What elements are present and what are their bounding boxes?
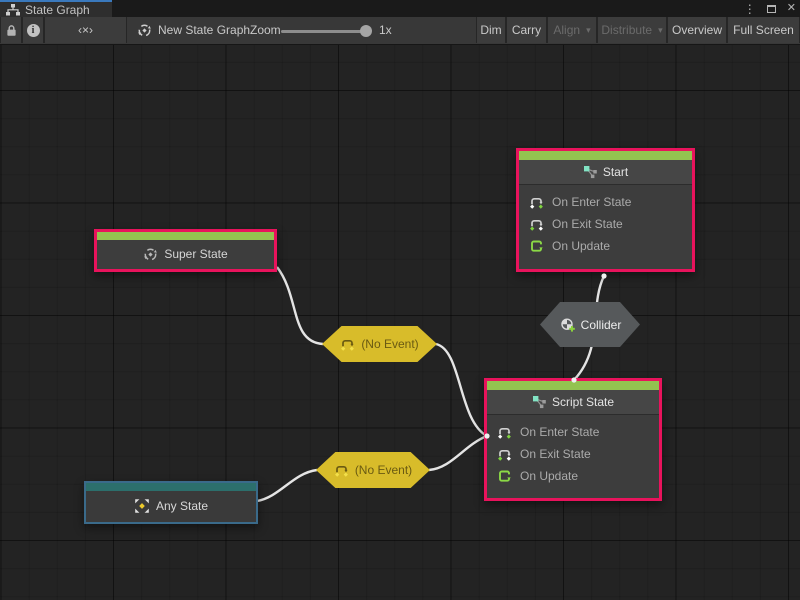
node-color-strip: [86, 483, 256, 491]
port-start-bottom: [601, 273, 606, 278]
toolbar: i ‹×› New State Graph Zoom 1x Dim Carry …: [0, 17, 800, 45]
code-icon: ‹×›: [78, 23, 93, 37]
node-transition-no-event-1[interactable]: (No Event): [322, 326, 437, 362]
state-graph-window: State Graph ⋮ ✕ i ‹×›: [0, 0, 800, 600]
any-state-icon: [134, 498, 150, 514]
event-row-on-enter-state[interactable]: On Enter State: [529, 191, 682, 213]
event-label: On Update: [552, 239, 610, 253]
node-start[interactable]: Start On Enter State: [516, 148, 695, 272]
collider-icon: [559, 317, 575, 333]
event-row-on-exit-state[interactable]: On Exit State: [497, 443, 649, 465]
info-icon: i: [27, 24, 40, 37]
node-color-strip: [97, 232, 274, 240]
event-row-on-enter-state[interactable]: On Enter State: [497, 421, 649, 443]
on-update-icon: [497, 469, 512, 484]
wire-anystate-to-transition2: [257, 470, 317, 501]
on-exit-state-icon: [497, 447, 512, 462]
overview-button[interactable]: Overview: [667, 17, 727, 43]
wire-transition1-to-scriptstate: [436, 344, 487, 436]
node-transition-no-event-2[interactable]: (No Event): [316, 452, 430, 488]
node-title: Script State: [552, 395, 614, 409]
node-title: Collider: [581, 318, 622, 332]
script-state-icon: [532, 395, 546, 409]
graph-hierarchy-icon: [6, 4, 20, 16]
state-machine-icon: [137, 23, 152, 38]
carry-button[interactable]: Carry: [506, 17, 547, 43]
lock-icon: [6, 24, 17, 37]
state-machine-icon: [143, 247, 158, 262]
align-label: Align: [553, 23, 580, 37]
node-title: (No Event): [361, 337, 418, 351]
window-menu-icon[interactable]: ⋮: [744, 3, 756, 15]
info-button[interactable]: i: [22, 17, 44, 43]
full-screen-button[interactable]: Full Screen: [727, 17, 800, 43]
distribute-button[interactable]: Distribute ▾: [597, 17, 667, 43]
node-title: Start: [603, 165, 628, 179]
script-state-icon: [583, 165, 597, 179]
node-script-state[interactable]: Script State On Enter State: [484, 378, 662, 501]
wire-superstate-to-transition1: [277, 267, 323, 344]
zoom-label: Zoom: [250, 17, 281, 43]
event-label: On Exit State: [520, 447, 591, 461]
wire-transition2-to-scriptstate: [429, 436, 487, 470]
zoom-slider-handle[interactable]: [360, 25, 372, 37]
title-bar: State Graph ⋮ ✕: [0, 0, 800, 17]
node-any-state[interactable]: Any State: [84, 481, 258, 524]
code-button[interactable]: ‹×›: [44, 17, 127, 43]
on-enter-state-icon: [497, 425, 512, 440]
node-title: Any State: [156, 499, 208, 513]
graph-name-group: New State Graph: [137, 17, 250, 43]
node-collider[interactable]: Collider: [540, 302, 640, 347]
event-row-on-update[interactable]: On Update: [529, 235, 682, 257]
event-row-on-update[interactable]: On Update: [497, 465, 649, 487]
event-label: On Exit State: [552, 217, 623, 231]
node-color-strip: [487, 381, 659, 390]
node-title: (No Event): [355, 463, 412, 477]
zoom-slider-track[interactable]: [281, 30, 369, 33]
node-super-state[interactable]: Super State: [94, 229, 277, 272]
dim-button[interactable]: Dim: [476, 17, 506, 43]
event-label: On Enter State: [520, 425, 599, 439]
event-row-on-exit-state[interactable]: On Exit State: [529, 213, 682, 235]
chevron-down-icon: ▾: [658, 25, 663, 36]
on-update-icon: [529, 239, 544, 254]
chevron-down-icon: ▾: [586, 25, 591, 36]
node-title: Super State: [164, 247, 227, 261]
tab-state-graph[interactable]: State Graph: [0, 0, 112, 17]
close-icon[interactable]: ✕: [787, 3, 796, 14]
transition-event-icon: [340, 337, 355, 352]
align-button[interactable]: Align ▾: [547, 17, 597, 43]
graph-canvas[interactable]: Start On Enter State: [0, 45, 800, 600]
lock-button[interactable]: [0, 17, 22, 43]
event-label: On Enter State: [552, 195, 631, 209]
node-color-strip: [519, 151, 692, 160]
graph-name-label: New State Graph: [158, 23, 250, 37]
on-exit-state-icon: [529, 217, 544, 232]
maximize-icon[interactable]: [767, 5, 776, 13]
on-enter-state-icon: [529, 195, 544, 210]
transition-event-icon: [334, 463, 349, 478]
zoom-value: 1x: [379, 17, 392, 43]
distribute-label: Distribute: [601, 23, 652, 37]
window-controls: ⋮ ✕: [744, 0, 796, 17]
tab-title: State Graph: [25, 3, 90, 17]
event-label: On Update: [520, 469, 578, 483]
